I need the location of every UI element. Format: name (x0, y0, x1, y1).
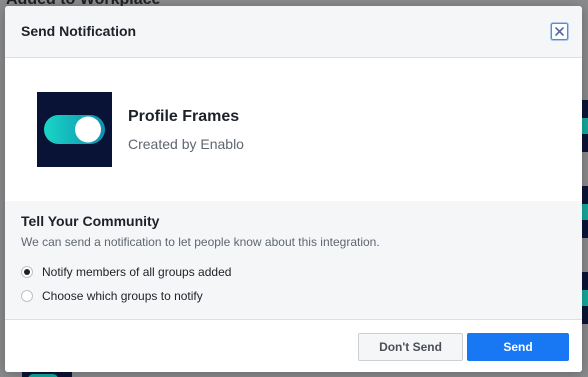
toggle-switch-icon (44, 115, 105, 144)
background-app-tile (582, 186, 588, 238)
section-title: Tell Your Community (21, 213, 160, 229)
app-info: Profile Frames Created by Enablo (5, 58, 582, 201)
radio-label: Choose which groups to notify (42, 289, 203, 303)
radio-button-selected[interactable] (21, 266, 33, 278)
background-app-tile (582, 100, 588, 152)
app-logo (37, 92, 112, 167)
close-icon (555, 27, 564, 36)
dont-send-button[interactable]: Don't Send (358, 333, 463, 361)
send-notification-dialog: Send Notification Profile Frames Created… (5, 6, 582, 372)
radio-choose-groups[interactable]: Choose which groups to notify (21, 289, 203, 303)
screen: Added to Workplace Send Notification (0, 0, 588, 377)
radio-label: Notify members of all groups added (42, 265, 232, 279)
background-app-tile (582, 272, 588, 324)
dialog-title: Send Notification (21, 23, 137, 39)
app-name: Profile Frames (128, 108, 240, 125)
dialog-header: Send Notification (5, 6, 582, 58)
radio-notify-all-groups[interactable]: Notify members of all groups added (21, 265, 231, 279)
send-button[interactable]: Send (467, 333, 569, 361)
radio-button-unselected[interactable] (21, 290, 33, 302)
app-creator: Created by Enablo (128, 136, 244, 152)
tell-your-community-section: Tell Your Community We can send a notifi… (5, 201, 582, 320)
dialog-footer: Don't Send Send (5, 320, 582, 372)
section-description: We can send a notification to let people… (21, 235, 380, 249)
close-button[interactable] (551, 23, 568, 40)
